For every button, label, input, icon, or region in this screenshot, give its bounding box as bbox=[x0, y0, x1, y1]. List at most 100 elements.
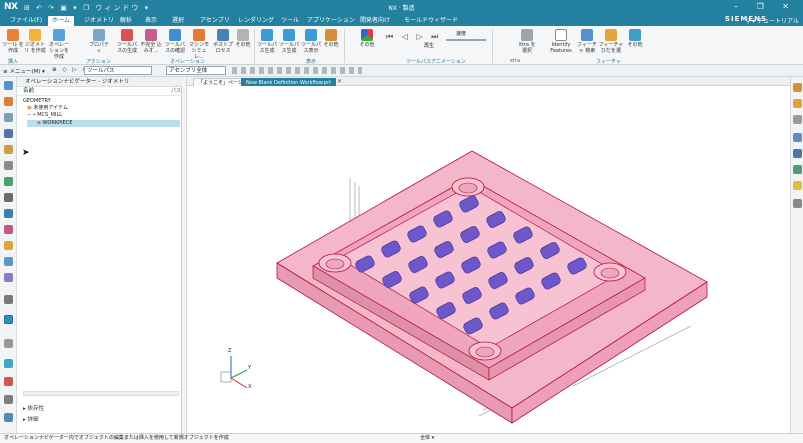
tree-item-unused[interactable]: ▣ 未使用アイテム bbox=[27, 105, 68, 112]
toolpath-generate-button[interactable]: ツールパ ス生成 bbox=[256, 29, 278, 54]
axis-z-label: Z bbox=[228, 348, 232, 354]
create-operation-button[interactable]: オペレー ションを作成 bbox=[48, 29, 70, 60]
lightbulb-icon[interactable] bbox=[793, 181, 802, 190]
reuse-icon[interactable] bbox=[793, 133, 802, 142]
system-materials-icon[interactable] bbox=[4, 209, 13, 218]
verify-icon bbox=[169, 29, 181, 41]
tree-item-mcs[interactable]: − ⌖ MCS_MILL bbox=[27, 112, 62, 119]
playback-controls[interactable]: ⏮ ◁ ▷ ⏭ bbox=[386, 32, 441, 42]
tab-file[interactable]: ファイル(F) bbox=[6, 16, 46, 26]
horizontal-scrollbar[interactable] bbox=[23, 391, 179, 396]
menu-button[interactable]: ≡ メニュー(M) ▾ bbox=[3, 67, 45, 75]
create-tool-button[interactable]: ツール を作成 bbox=[2, 29, 24, 54]
type-filter-select[interactable]: ツールパス bbox=[84, 66, 152, 75]
group-animation: ツールパスアニメーション bbox=[406, 59, 466, 65]
tool-library-icon[interactable] bbox=[4, 377, 13, 386]
arrow-cursor: ➤ bbox=[22, 148, 30, 158]
dependencies-section[interactable]: ▸ 依存性 bbox=[23, 404, 44, 412]
assembly-icon[interactable] bbox=[793, 83, 802, 92]
constraint-nav-icon[interactable] bbox=[4, 129, 13, 138]
column-header-name[interactable]: 名前 bbox=[17, 87, 182, 96]
process-studio-icon[interactable] bbox=[4, 225, 13, 234]
web-icon[interactable] bbox=[793, 149, 802, 158]
toolpath-display-button[interactable]: ツールパ ス表示 bbox=[300, 29, 322, 54]
postprocess-button[interactable]: ポストプ ロセス bbox=[212, 29, 234, 54]
assembly-nav-icon[interactable] bbox=[4, 113, 13, 122]
nav-icon[interactable] bbox=[4, 81, 13, 90]
quick-access-toolbar[interactable]: ⊞ ↶ ↷ ▣ ▾ ❐ ウィンドウ ▾ bbox=[24, 3, 150, 13]
history-right-icon[interactable] bbox=[793, 165, 802, 174]
identify-features-button[interactable]: Identify Features bbox=[548, 29, 574, 54]
tab-view[interactable]: 表示 bbox=[141, 16, 161, 26]
more-actions-button[interactable]: その他 bbox=[232, 29, 254, 48]
part-nav-icon[interactable] bbox=[4, 97, 13, 106]
nx-logo: NX bbox=[4, 2, 18, 12]
export-icon[interactable] bbox=[4, 413, 13, 422]
tab-select[interactable]: 選択 bbox=[168, 16, 188, 26]
feature-group-icon bbox=[605, 29, 617, 41]
hd3d-icon[interactable] bbox=[4, 161, 13, 170]
feature-select-button[interactable]: フィーチャ ひだを選 bbox=[598, 29, 624, 54]
machine-nav-icon[interactable] bbox=[4, 257, 13, 266]
web-browser-icon[interactable] bbox=[4, 177, 13, 186]
tree-item-workpiece[interactable]: ◈ WORKPIECE bbox=[27, 120, 180, 127]
roles-icon[interactable] bbox=[4, 241, 13, 250]
tab-part-file[interactable]: New Blank Definition Workflow.prt bbox=[241, 78, 337, 86]
tab-tools[interactable]: ツール bbox=[277, 16, 303, 26]
post-icon bbox=[217, 29, 229, 41]
settings-icon[interactable] bbox=[4, 295, 13, 304]
details-section[interactable]: ▸ 詳細 bbox=[23, 415, 39, 423]
snap-toolbar[interactable] bbox=[232, 67, 362, 74]
info-icon[interactable] bbox=[793, 199, 802, 208]
palette-icon[interactable] bbox=[4, 395, 13, 404]
more-feature-button[interactable]: その他 bbox=[624, 29, 646, 48]
more-display-button[interactable]: その他 bbox=[320, 29, 342, 48]
xtra-select-button[interactable]: Xtra を選択 bbox=[516, 29, 538, 54]
group-xtra: xtra bbox=[510, 58, 521, 64]
tree-item-geometry[interactable]: GEOMETRY bbox=[23, 98, 51, 105]
window-controls[interactable]: – ❐ ✕ bbox=[734, 2, 797, 11]
operation-nav-icon[interactable] bbox=[4, 315, 13, 324]
close-icon[interactable]: ✕ bbox=[337, 78, 342, 85]
tab-home[interactable]: ホーム bbox=[48, 16, 74, 26]
more-anim-button[interactable]: その他 bbox=[356, 29, 378, 48]
group-feature: フィーチャ bbox=[596, 59, 621, 65]
column-header-path[interactable]: パス bbox=[171, 87, 181, 94]
scope-select[interactable]: アセンブリ全体 bbox=[166, 66, 226, 75]
tab-developer[interactable]: 開発者向け bbox=[356, 16, 394, 26]
tab-assembly[interactable]: アセンブリ bbox=[196, 16, 234, 26]
reuse-library-icon[interactable] bbox=[4, 145, 13, 154]
incomplete-button[interactable]: 不完全 込みオ... bbox=[140, 29, 162, 54]
tab-application[interactable]: アプリケーション bbox=[303, 16, 359, 26]
tab-geometry[interactable]: ジオメトリ bbox=[80, 16, 118, 26]
clock-icon[interactable] bbox=[4, 339, 13, 348]
graphics-window[interactable]: Z X Y bbox=[187, 86, 790, 433]
history-icon[interactable] bbox=[4, 193, 13, 202]
tab-mold-wizard[interactable]: モールドウィザード bbox=[400, 16, 462, 26]
create-geometry-button[interactable]: ジオメトリ を作成 bbox=[24, 29, 46, 54]
toolpath-display-icon bbox=[305, 29, 317, 41]
tab-analysis[interactable]: 解析 bbox=[116, 16, 136, 26]
tool-icon bbox=[7, 29, 19, 41]
playback-label: 再生 bbox=[424, 43, 435, 49]
menu-bar: ファイル(F) ホーム ジオメトリ 解析 表示 選択 アセンブリ レンダリング … bbox=[0, 15, 803, 26]
verify-toolpath-button[interactable]: ツールパ スの確認 bbox=[164, 29, 186, 54]
constraint-icon[interactable] bbox=[793, 115, 802, 124]
machine-simulation-button[interactable]: マシンモ シミュレ... bbox=[188, 29, 210, 60]
properties-button[interactable]: プロパティ bbox=[88, 29, 110, 54]
tab-welcome-page[interactable]: 「ようこそ」ページ bbox=[193, 78, 248, 86]
identify-icon bbox=[555, 29, 567, 41]
search-field[interactable]: ⚲ ▾ チュートリアル bbox=[746, 16, 799, 25]
generate-toolpath-button[interactable]: ツールパ スの生成 bbox=[116, 29, 138, 54]
feature-nav-icon[interactable] bbox=[4, 273, 13, 282]
view-triad[interactable]: Z X Y bbox=[217, 348, 257, 398]
feature-search-button[interactable]: フィーチャ 検索 bbox=[576, 29, 598, 54]
selection-scope[interactable]: 全体 ▾ bbox=[420, 434, 434, 443]
triad-icon bbox=[220, 356, 248, 389]
measure-icon[interactable] bbox=[4, 359, 13, 368]
toolpath-generate2-button[interactable]: ツールパ ス生成 bbox=[278, 29, 300, 54]
ribbon-separator bbox=[344, 29, 345, 63]
speed-slider[interactable] bbox=[446, 39, 486, 41]
parts-icon[interactable] bbox=[793, 99, 802, 108]
tab-rendering[interactable]: レンダリング bbox=[234, 16, 278, 26]
